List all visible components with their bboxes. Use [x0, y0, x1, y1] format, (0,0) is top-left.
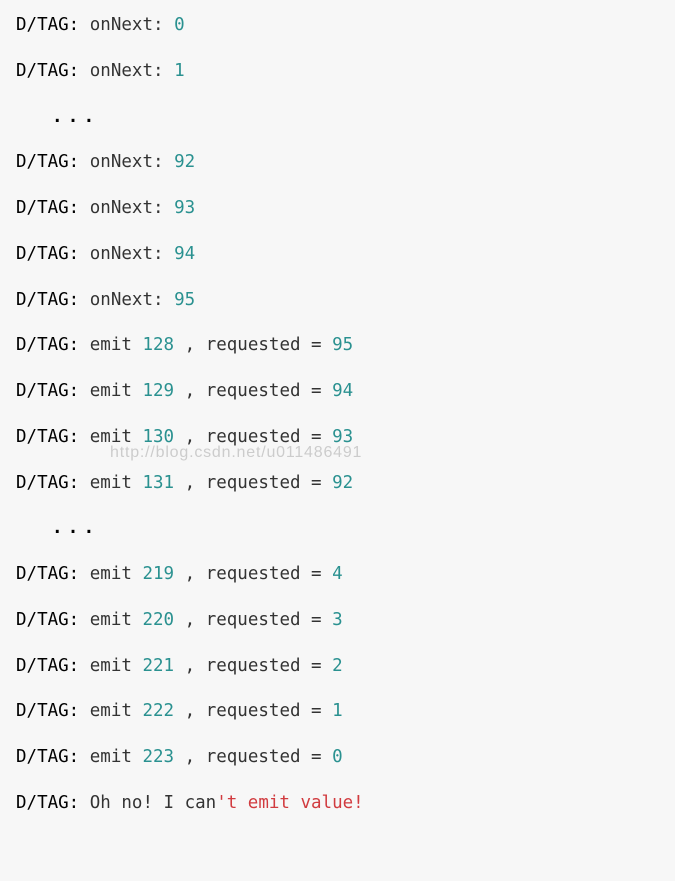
log-tag: D/TAG: [16, 701, 79, 721]
log-error-prefix: Oh no! I can [90, 793, 216, 813]
log-line-emit: D/TAG: emit 222 , requested = 1 [16, 700, 659, 723]
log-tag: D/TAG: [16, 473, 79, 493]
log-requested-label: , requested = [185, 747, 322, 767]
log-requested-value: 1 [332, 701, 343, 721]
log-line-emit: D/TAG: emit 223 , requested = 0 [16, 746, 659, 769]
log-value: 92 [174, 152, 195, 172]
log-value: 220 [142, 610, 174, 630]
log-line-emit: D/TAG: emit 129 , requested = 94 [16, 380, 659, 403]
log-requested-value: 4 [332, 564, 343, 584]
log-line-onnext: D/TAG: onNext: 0 [16, 14, 659, 37]
log-requested-value: 92 [332, 473, 353, 493]
log-requested-label: , requested = [185, 335, 322, 355]
log-value: 94 [174, 244, 195, 264]
log-value: 219 [142, 564, 174, 584]
log-tag: D/TAG: [16, 244, 79, 264]
log-value: 222 [142, 701, 174, 721]
log-line-emit: D/TAG: emit 131 , requested = 92 [16, 472, 659, 495]
log-line-error: D/TAG: Oh no! I can't emit value! [16, 792, 659, 815]
log-requested-label: , requested = [185, 564, 322, 584]
log-label: onNext: [90, 198, 164, 218]
log-line-emit: D/TAG: emit 130 , requested = 93 [16, 426, 659, 449]
log-requested-label: , requested = [185, 473, 322, 493]
log-requested-label: , requested = [185, 610, 322, 630]
log-tag: D/TAG: [16, 564, 79, 584]
log-value: 95 [174, 290, 195, 310]
log-line-emit: D/TAG: emit 219 , requested = 4 [16, 563, 659, 586]
log-label: onNext: [90, 152, 164, 172]
log-ellipsis: ... [16, 517, 659, 540]
log-value: 0 [174, 15, 185, 35]
log-value: 221 [142, 656, 174, 676]
log-label: emit [90, 427, 132, 447]
log-tag: D/TAG: [16, 381, 79, 401]
log-tag: D/TAG: [16, 198, 79, 218]
log-requested-value: 93 [332, 427, 353, 447]
log-label: onNext: [90, 15, 164, 35]
log-requested-value: 94 [332, 381, 353, 401]
log-requested-label: , requested = [185, 656, 322, 676]
log-line-emit: D/TAG: emit 221 , requested = 2 [16, 655, 659, 678]
log-line-emit: D/TAG: emit 220 , requested = 3 [16, 609, 659, 632]
log-line-onnext: D/TAG: onNext: 93 [16, 197, 659, 220]
log-tag: D/TAG: [16, 152, 79, 172]
log-line-onnext: D/TAG: onNext: 92 [16, 151, 659, 174]
log-value: 131 [142, 473, 174, 493]
log-label: emit [90, 473, 132, 493]
log-tag: D/TAG: [16, 656, 79, 676]
log-requested-label: , requested = [185, 427, 322, 447]
log-value: 129 [142, 381, 174, 401]
log-line-onnext: D/TAG: onNext: 1 [16, 60, 659, 83]
log-error-suffix: 't emit value! [216, 793, 364, 813]
log-tag: D/TAG: [16, 335, 79, 355]
log-label: emit [90, 656, 132, 676]
log-label: emit [90, 335, 132, 355]
log-tag: D/TAG: [16, 61, 79, 81]
ellipsis-text: ... [52, 107, 99, 127]
log-requested-value: 95 [332, 335, 353, 355]
log-line-onnext: D/TAG: onNext: 95 [16, 289, 659, 312]
log-label: onNext: [90, 61, 164, 81]
log-requested-value: 3 [332, 610, 343, 630]
log-value: 223 [142, 747, 174, 767]
log-value: 1 [174, 61, 185, 81]
log-label: emit [90, 610, 132, 630]
log-tag: D/TAG: [16, 427, 79, 447]
log-output: D/TAG: onNext: 0D/TAG: onNext: 1...D/TAG… [16, 14, 659, 815]
log-tag: D/TAG: [16, 747, 79, 767]
log-line-onnext: D/TAG: onNext: 94 [16, 243, 659, 266]
ellipsis-text: ... [52, 518, 99, 538]
log-label: emit [90, 747, 132, 767]
log-requested-value: 2 [332, 656, 343, 676]
log-value: 93 [174, 198, 195, 218]
log-ellipsis: ... [16, 106, 659, 129]
log-tag: D/TAG: [16, 610, 79, 630]
log-requested-label: , requested = [185, 381, 322, 401]
log-value: 130 [142, 427, 174, 447]
log-tag: D/TAG: [16, 15, 79, 35]
log-tag: D/TAG: [16, 793, 79, 813]
log-label: emit [90, 564, 132, 584]
log-requested-label: , requested = [185, 701, 322, 721]
log-label: onNext: [90, 290, 164, 310]
log-label: emit [90, 381, 132, 401]
log-line-emit: D/TAG: emit 128 , requested = 95 [16, 334, 659, 357]
log-label: onNext: [90, 244, 164, 264]
log-requested-value: 0 [332, 747, 343, 767]
log-label: emit [90, 701, 132, 721]
log-value: 128 [142, 335, 174, 355]
log-tag: D/TAG: [16, 290, 79, 310]
